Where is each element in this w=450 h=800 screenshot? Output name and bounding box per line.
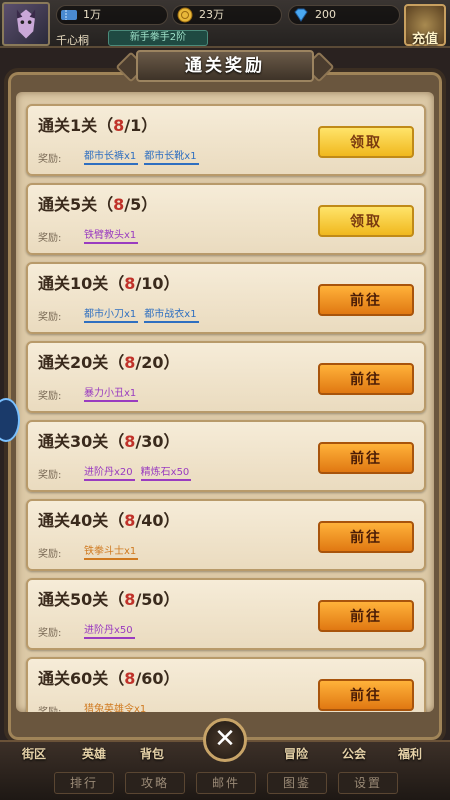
nav-settings[interactable]: 设置 xyxy=(338,772,398,794)
reward-card: 通关1关（8/1） 奖励: 都市长裤x1 都市长靴x1 领取 xyxy=(26,104,426,176)
reward-item[interactable]: 铁臂教头x1 xyxy=(84,226,139,244)
stage-goal-label: 通关10关 xyxy=(38,274,109,293)
stage-goal-title: 通关50关（8/50） xyxy=(38,586,180,610)
reward-label: 奖励: xyxy=(38,312,62,323)
stage-progress: （8/10） xyxy=(108,274,180,293)
nav-heroes[interactable]: 英雄 xyxy=(82,745,106,762)
progress-target: /40 xyxy=(135,511,164,530)
reward-item[interactable]: 都市长裤x1 xyxy=(84,147,139,165)
stage-goal-label: 通关5关 xyxy=(38,195,98,214)
reward-items: 猎兔英雄令x1 xyxy=(84,700,148,712)
reward-card: 通关10关（8/10） 奖励: 都市小刀x1 都市战衣x1 前往 xyxy=(26,262,426,334)
reward-card: 通关60关（8/60） 奖励: 猎兔英雄令x1 前往 xyxy=(26,657,426,712)
stage-progress: （8/50） xyxy=(108,590,180,609)
progress-current: 8 xyxy=(124,669,136,688)
reward-item[interactable]: 都市长靴x1 xyxy=(144,147,199,165)
reward-items: 进阶丹x50 xyxy=(84,621,135,639)
progress-target: /30 xyxy=(135,432,164,451)
nav-street[interactable]: 街区 xyxy=(22,745,46,762)
stage-progress: （8/30） xyxy=(108,432,180,451)
reward-item[interactable]: 精炼石x50 xyxy=(140,463,192,481)
reward-label: 奖励: xyxy=(38,233,62,244)
nav-backpack[interactable]: 背包 xyxy=(140,745,164,762)
reward-label: 奖励: xyxy=(38,549,62,560)
reward-item[interactable]: 猎兔英雄令x1 xyxy=(84,700,148,712)
go-button[interactable]: 前往 xyxy=(318,679,414,711)
reward-items: 铁拳斗士x1 xyxy=(84,542,139,560)
progress-current: 8 xyxy=(124,274,136,293)
reward-item[interactable]: 铁拳斗士x1 xyxy=(84,542,139,560)
progress-target: /20 xyxy=(135,353,164,372)
stage-goal-label: 通关40关 xyxy=(38,511,109,530)
reward-items: 进阶丹x20 精炼石x50 xyxy=(84,463,192,481)
progress-current: 8 xyxy=(124,432,136,451)
go-button[interactable]: 前往 xyxy=(318,284,414,316)
reward-list: 通关1关（8/1） 奖励: 都市长裤x1 都市长靴x1 领取 通关5关（8/5） 奖励: 铁臂… xyxy=(0,0,450,712)
progress-target: /10 xyxy=(135,274,164,293)
stage-progress: （8/40） xyxy=(108,511,180,530)
reward-item[interactable]: 进阶丹x20 xyxy=(84,463,135,481)
stage-goal-title: 通关30关（8/30） xyxy=(38,428,180,452)
reward-card: 通关50关（8/50） 奖励: 进阶丹x50 前往 xyxy=(26,578,426,650)
stage-goal-label: 通关1关 xyxy=(38,116,98,135)
stage-goal-title: 通关1关（8/1） xyxy=(38,112,157,136)
go-button[interactable]: 前往 xyxy=(318,442,414,474)
nav-ranking[interactable]: 排行 xyxy=(54,772,114,794)
progress-target: /1 xyxy=(124,116,142,135)
progress-target: /50 xyxy=(135,590,164,609)
close-button[interactable]: ✕ xyxy=(203,718,247,762)
nav-welfare[interactable]: 福利 xyxy=(398,745,422,762)
reward-items: 都市小刀x1 都市战衣x1 xyxy=(84,305,199,323)
stage-goal-label: 通关20关 xyxy=(38,353,109,372)
nav-mail[interactable]: 邮件 xyxy=(196,772,256,794)
reward-card: 通关40关（8/40） 奖励: 铁拳斗士x1 前往 xyxy=(26,499,426,571)
stage-progress: （8/60） xyxy=(108,669,180,688)
nav-adventure[interactable]: 冒险 xyxy=(284,745,308,762)
reward-item[interactable]: 都市小刀x1 xyxy=(84,305,139,323)
secondary-nav-row: 排行 攻略 邮件 图鉴 设置 xyxy=(54,772,398,796)
stage-goal-title: 通关40关（8/40） xyxy=(38,507,180,531)
reward-label: 奖励: xyxy=(38,470,62,481)
claim-button[interactable]: 领取 xyxy=(318,126,414,158)
stage-goal-title: 通关20关（8/20） xyxy=(38,349,180,373)
progress-current: 8 xyxy=(124,590,136,609)
reward-items: 暴力小丑x1 xyxy=(84,384,139,402)
reward-card: 通关5关（8/5） 奖励: 铁臂教头x1 领取 xyxy=(26,183,426,255)
stage-progress: （8/1） xyxy=(97,116,158,135)
go-button[interactable]: 前往 xyxy=(318,363,414,395)
nav-guild[interactable]: 公会 xyxy=(342,745,366,762)
progress-current: 8 xyxy=(113,195,125,214)
stage-progress: （8/20） xyxy=(108,353,180,372)
reward-item[interactable]: 都市战衣x1 xyxy=(144,305,199,323)
stage-progress: （8/5） xyxy=(97,195,158,214)
reward-label: 奖励: xyxy=(38,391,62,402)
progress-current: 8 xyxy=(124,353,136,372)
claim-button[interactable]: 领取 xyxy=(318,205,414,237)
stage-goal-label: 通关50关 xyxy=(38,590,109,609)
reward-label: 奖励: xyxy=(38,703,61,712)
reward-item[interactable]: 进阶丹x50 xyxy=(84,621,135,639)
go-button[interactable]: 前往 xyxy=(318,600,414,632)
reward-items: 铁臂教头x1 xyxy=(84,226,139,244)
reward-label: 奖励: xyxy=(38,628,62,639)
nav-handbook[interactable]: 图鉴 xyxy=(267,772,327,794)
nav-guide[interactable]: 攻略 xyxy=(125,772,185,794)
progress-current: 8 xyxy=(124,511,136,530)
reward-label: 奖励: xyxy=(38,154,62,165)
stage-goal-label: 通关60关 xyxy=(38,669,109,688)
reward-card: 通关20关（8/20） 奖励: 暴力小丑x1 前往 xyxy=(26,341,426,413)
reward-items: 都市长裤x1 都市长靴x1 xyxy=(84,147,199,165)
stage-goal-title: 通关60关（8/60） xyxy=(38,665,180,689)
progress-current: 8 xyxy=(113,116,125,135)
go-button[interactable]: 前往 xyxy=(318,521,414,553)
close-icon: ✕ xyxy=(214,724,236,754)
stage-goal-title: 通关10关（8/10） xyxy=(38,270,180,294)
stage-goal-label: 通关30关 xyxy=(38,432,109,451)
reward-item[interactable]: 暴力小丑x1 xyxy=(84,384,139,402)
progress-target: /5 xyxy=(124,195,142,214)
reward-card: 通关30关（8/30） 奖励: 进阶丹x20 精炼石x50 前往 xyxy=(26,420,426,492)
progress-target: /60 xyxy=(135,669,164,688)
stage-goal-title: 通关5关（8/5） xyxy=(38,191,157,215)
